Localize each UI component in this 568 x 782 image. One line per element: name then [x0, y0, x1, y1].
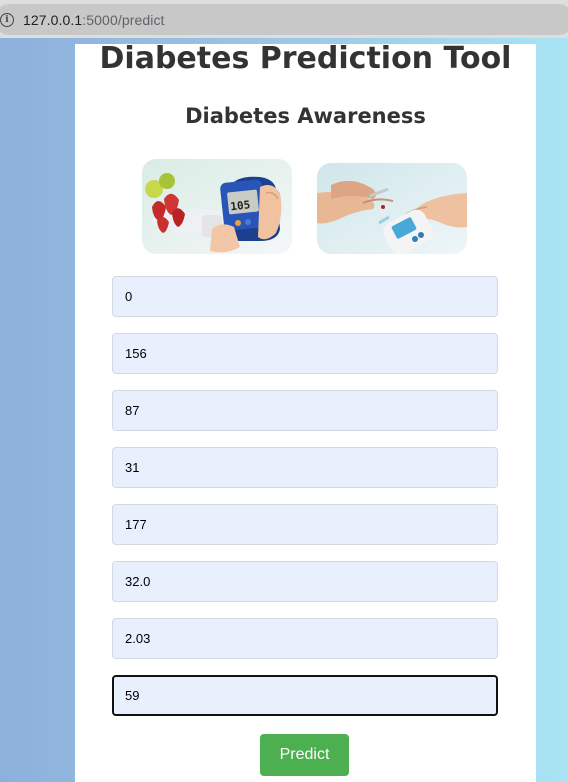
input-field-1[interactable]: [112, 276, 498, 317]
finger-prick-test-photo: [317, 163, 467, 254]
glucose-meter-photo: 105: [142, 159, 292, 254]
url-text[interactable]: 127.0.0.1:5000/predict: [23, 12, 165, 28]
site-info-icon[interactable]: i: [0, 12, 14, 27]
url-host: 127.0.0.1: [23, 11, 83, 28]
meter-reading: 105: [230, 198, 251, 213]
input-field-4[interactable]: [112, 447, 498, 488]
input-field-8[interactable]: [112, 675, 498, 716]
input-field-5[interactable]: [112, 504, 498, 545]
browser-toolbar: i 127.0.0.1:5000/predict: [0, 0, 568, 38]
page-title: Diabetes Prediction Tool: [99, 41, 512, 76]
awareness-heading: Diabetes Awareness: [185, 104, 426, 128]
url-path: :5000/predict: [82, 11, 165, 28]
input-field-3[interactable]: [112, 390, 498, 431]
predict-button[interactable]: Predict: [260, 734, 349, 776]
address-bar[interactable]: i 127.0.0.1:5000/predict: [0, 4, 568, 35]
form-card: Diabetes Prediction Tool Diabetes Awaren…: [75, 44, 536, 782]
input-field-6[interactable]: [112, 561, 498, 602]
input-field-7[interactable]: [112, 618, 498, 659]
input-field-2[interactable]: [112, 333, 498, 374]
